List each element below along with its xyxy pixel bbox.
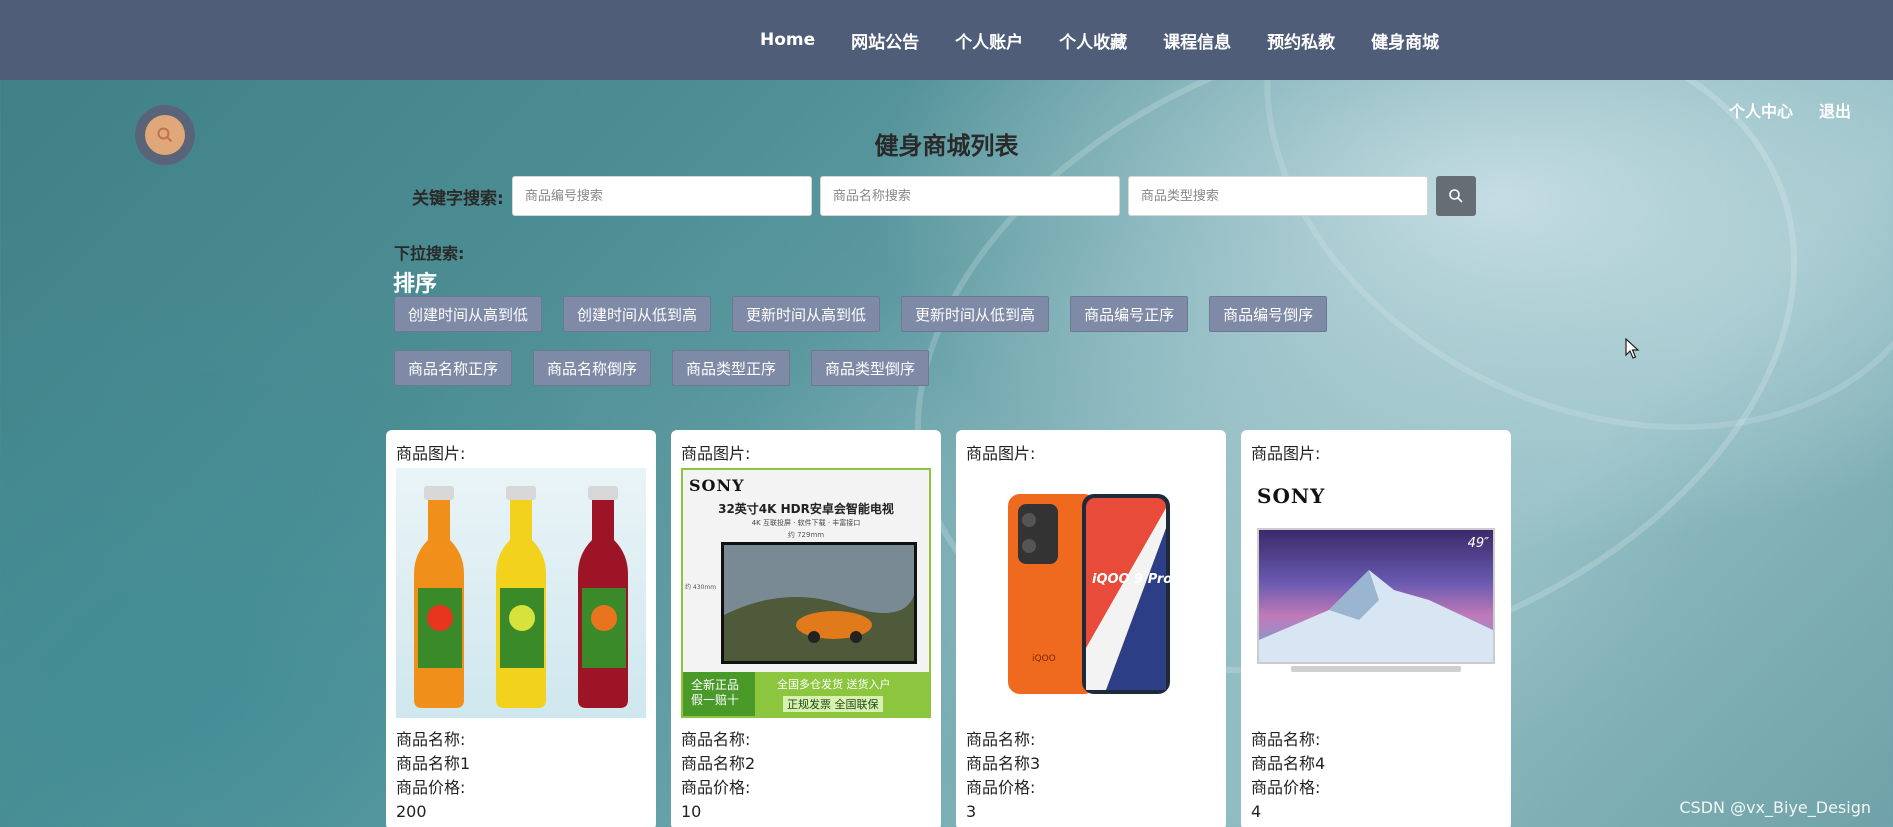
nav-item-courses[interactable]: 课程信息 bbox=[1163, 28, 1231, 53]
ad-footer-line2: 正规发票 全国联保 bbox=[783, 696, 883, 712]
ad-brand-logo: SONY bbox=[689, 476, 745, 495]
personal-center-link[interactable]: 个人中心 bbox=[1729, 98, 1793, 122]
phone-model-label: iQOO 9 Pro bbox=[1092, 572, 1173, 587]
nav-item-shop[interactable]: 健身商城 bbox=[1371, 28, 1439, 53]
tv-stand bbox=[1291, 666, 1461, 672]
tv-brand-logo: SONY bbox=[1257, 484, 1326, 508]
product-number-search-input[interactable] bbox=[511, 176, 812, 216]
search-icon bbox=[1449, 189, 1463, 203]
sort-updated-desc-button[interactable]: 更新时间从高到低 bbox=[732, 296, 881, 332]
product-name: 商品名称1 bbox=[396, 754, 471, 773]
sort-name-desc-button[interactable]: 商品名称倒序 bbox=[533, 350, 652, 386]
ad-subline: 4K 互联投屏 · 软件下载 · 丰富接口 bbox=[751, 519, 861, 527]
sort-title: 排序 bbox=[393, 272, 438, 297]
sort-number-desc-button[interactable]: 商品编号倒序 bbox=[1209, 296, 1328, 332]
product-card[interactable]: 商品图片: 商品名称: 商品名称1 商品价格: 200 bbox=[386, 430, 656, 827]
sort-created-asc-button[interactable]: 创建时间从低到高 bbox=[563, 296, 712, 332]
product-price-label: 商品价格: bbox=[1251, 778, 1321, 797]
product-card[interactable]: 商品图片: iQOO 9 Pro iQOO 商品名称: 商品名称3 商品价格: … bbox=[956, 430, 1226, 827]
product-price-label: 商品价格: bbox=[681, 778, 751, 797]
product-image-label: 商品图片: bbox=[396, 444, 466, 463]
juice-bottles-image bbox=[396, 468, 646, 718]
product-name-label: 商品名称: bbox=[396, 730, 466, 749]
mouse-cursor-icon bbox=[1625, 338, 1640, 359]
sort-type-asc-button[interactable]: 商品类型正序 bbox=[672, 350, 791, 386]
search-button[interactable] bbox=[1435, 176, 1476, 216]
product-type-search-input[interactable] bbox=[1127, 176, 1428, 216]
user-links: 个人中心 退出 bbox=[1703, 98, 1851, 122]
main-nav: Home 网站公告 个人账户 个人收藏 课程信息 预约私教 健身商城 bbox=[760, 0, 1475, 80]
product-grid: 商品图片: 商品名称: 商品名称1 商品价格: 200 商品图片: SONY 3… bbox=[386, 430, 1526, 827]
sort-name-asc-button[interactable]: 商品名称正序 bbox=[394, 350, 513, 386]
product-name: 商品名称3 bbox=[966, 754, 1041, 773]
sort-row-1: 创建时间从高到低 创建时间从低到高 更新时间从高到低 更新时间从低到高 商品编号… bbox=[394, 296, 1348, 332]
sony-tv-image: SONY 49″ bbox=[1251, 468, 1501, 718]
ad-headline: 32英寸4K HDR安卓会智能电视 bbox=[718, 502, 894, 516]
product-name-label: 商品名称: bbox=[966, 730, 1036, 749]
ad-footer-line1: 全国多仓发货 送货入户 bbox=[777, 678, 891, 691]
keyword-search-label: 关键字搜索: bbox=[412, 188, 504, 209]
product-price: 4 bbox=[1251, 802, 1262, 821]
watermark: CSDN @vx_Biye_Design bbox=[1679, 798, 1871, 817]
product-price-label: 商品价格: bbox=[396, 778, 466, 797]
sort-created-desc-button[interactable]: 创建时间从高到低 bbox=[394, 296, 543, 332]
sort-number-asc-button[interactable]: 商品编号正序 bbox=[1070, 296, 1189, 332]
product-price: 3 bbox=[966, 802, 977, 821]
ad-width-label: 约 729mm bbox=[787, 531, 825, 539]
keyword-search-row: 关键字搜索: bbox=[412, 176, 1476, 216]
product-image-label: 商品图片: bbox=[681, 444, 751, 463]
dropdown-search-label: 下拉搜索: bbox=[394, 244, 465, 263]
sort-type-desc-button[interactable]: 商品类型倒序 bbox=[811, 350, 930, 386]
product-name-label: 商品名称: bbox=[1251, 730, 1321, 749]
product-card[interactable]: 商品图片: SONY 32英寸4K HDR安卓会智能电视 4K 互联投屏 · 软… bbox=[671, 430, 941, 827]
product-image-label: 商品图片: bbox=[1251, 444, 1321, 463]
tv-screen bbox=[721, 542, 917, 664]
product-price: 200 bbox=[396, 802, 427, 821]
logout-link[interactable]: 退出 bbox=[1819, 98, 1851, 122]
sony-tv-ad-image: SONY 32英寸4K HDR安卓会智能电视 4K 互联投屏 · 软件下载 · … bbox=[681, 468, 931, 718]
ad-badge-line2: 假一赔十 bbox=[691, 693, 740, 707]
nav-item-account[interactable]: 个人账户 bbox=[955, 28, 1023, 53]
nav-item-favorites[interactable]: 个人收藏 bbox=[1059, 28, 1127, 53]
tv-screen bbox=[1257, 528, 1495, 664]
product-price-label: 商品价格: bbox=[966, 778, 1036, 797]
ad-badge-line1: 全新正品 bbox=[691, 678, 740, 692]
product-price: 10 bbox=[681, 802, 702, 821]
product-name: 商品名称4 bbox=[1251, 754, 1326, 773]
sort-updated-asc-button[interactable]: 更新时间从低到高 bbox=[901, 296, 1050, 332]
phone-brand-label: iQOO bbox=[1032, 654, 1056, 664]
product-name-search-input[interactable] bbox=[819, 176, 1120, 216]
product-name-label: 商品名称: bbox=[681, 730, 751, 749]
sort-row-2: 商品名称正序 商品名称倒序 商品类型正序 商品类型倒序 bbox=[394, 350, 950, 386]
nav-item-private-coach[interactable]: 预约私教 bbox=[1267, 28, 1335, 53]
top-nav-bar: Home 网站公告 个人账户 个人收藏 课程信息 预约私教 健身商城 bbox=[0, 0, 1893, 80]
phone-image: iQOO 9 Pro iQOO bbox=[966, 468, 1216, 718]
tv-size-label: 49″ bbox=[1467, 536, 1489, 551]
product-card[interactable]: 商品图片: SONY 49″ 商品名称: 商品名称4 商品价格: 4 bbox=[1241, 430, 1511, 827]
page-title: 健身商城列表 bbox=[874, 132, 1019, 160]
ad-height-label: 约 430mm bbox=[685, 584, 717, 591]
product-image-label: 商品图片: bbox=[966, 444, 1036, 463]
ad-badge: 全新正品 假一赔十 bbox=[683, 672, 755, 716]
nav-item-announcements[interactable]: 网站公告 bbox=[851, 28, 919, 53]
nav-item-home[interactable]: Home bbox=[760, 30, 815, 50]
product-name: 商品名称2 bbox=[681, 754, 756, 773]
